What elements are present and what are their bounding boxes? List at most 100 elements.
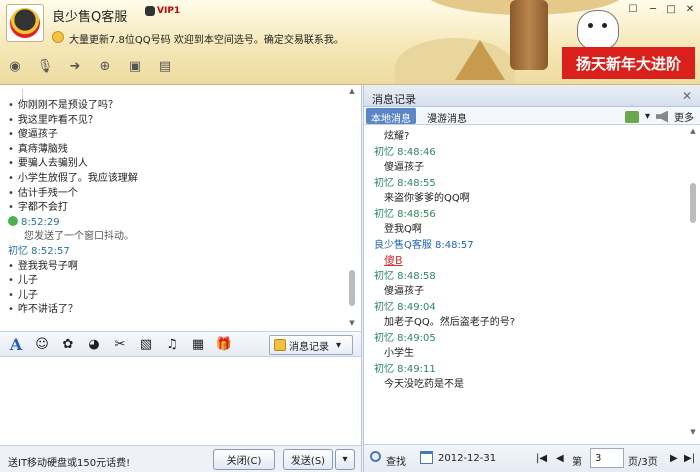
maximize-button[interactable]: □ <box>662 2 680 16</box>
smile-icon <box>52 31 64 43</box>
history-message: 来盗你爹爹的QQ啊 <box>384 193 470 204</box>
scroll-thumb[interactable] <box>349 270 355 306</box>
message-input[interactable] <box>0 358 361 445</box>
chat-line: • 真痔薄脑残 <box>8 143 68 155</box>
shake-notice: 您发送了一个窗口抖动。 <box>24 231 134 243</box>
music-icon[interactable]: ♫ <box>161 334 183 354</box>
history-title: 消息记录 <box>364 85 700 107</box>
status-time-line: 8:52:29 <box>8 215 338 231</box>
history-meta: 初忆 8:48:46 <box>374 146 436 158</box>
chat-line: • 你刚刚不是预设了吗？ <box>8 100 118 111</box>
message-history-button[interactable]: 消息记录 ▾ <box>269 335 353 355</box>
image-icon[interactable]: ▧ <box>135 334 157 354</box>
send-button[interactable]: 发送(S) <box>283 449 333 470</box>
first-page-icon[interactable]: |◀ <box>536 453 547 464</box>
add-friend-icon[interactable]: ⊕ <box>94 56 116 76</box>
camera-icon[interactable]: ◉ <box>4 56 26 76</box>
next-page-icon[interactable]: ▶ <box>670 453 678 464</box>
speaker-icon[interactable] <box>656 110 668 123</box>
chevron-down-icon[interactable]: ▾ <box>645 111 650 122</box>
image-preview-strip <box>22 89 338 99</box>
emoji-icon[interactable]: ☺ <box>31 334 53 354</box>
bottom-bar: 送IT移动硬盘或150元话费! 关闭(C) 发送(S) ▾ <box>0 445 361 472</box>
remote-desktop-icon[interactable]: ▣ <box>124 56 146 76</box>
chat-line: • 要骗人去骗别人 <box>8 158 88 170</box>
skin-tree-trunk <box>510 0 548 70</box>
sender-line: 初忆 8:52:57 <box>8 245 70 257</box>
scroll-up-icon[interactable]: ▲ <box>348 87 356 95</box>
screenshot-icon[interactable]: ✂ <box>109 334 131 354</box>
microphone-icon[interactable]: 🎙 <box>34 56 56 76</box>
font-icon[interactable]: A <box>5 334 27 354</box>
ad-link[interactable]: 送IT移动硬盘或150元话费! <box>8 454 130 469</box>
qq-penguin-icon <box>10 8 40 38</box>
history-footer: 查找 2012-12-31 |◀ ◀ 第 3 页/3页 ▶ ▶| <box>364 444 700 472</box>
chat-messages: • 你刚刚不是预设了吗？ • 我这里咋看不见？ • 傻逼孩子 • 真痔薄脑残 • 要骗人去… <box>0 85 344 329</box>
send-options-chevron-icon[interactable]: ▾ <box>335 449 355 470</box>
scroll-thumb[interactable] <box>690 183 696 223</box>
chevron-down-icon: ▾ <box>336 339 342 351</box>
qq-chat-window: 良少售Q客服 VIP1 大量更新7.8位QQ号码 欢迎到本空间选号。确定交易联系… <box>0 0 700 472</box>
close-history-icon[interactable]: ✕ <box>682 89 692 103</box>
file-transfer-icon[interactable]: ➜ <box>64 56 86 76</box>
history-button-label: 消息记录 <box>289 341 329 353</box>
vip-label: VIP1 <box>157 6 181 16</box>
promo-banner[interactable]: 扬天新年大进阶 <box>562 47 695 79</box>
chat-line: • 儿子 <box>8 289 38 301</box>
tab-roaming-messages[interactable]: 漫游消息 <box>422 108 472 125</box>
history-message: 傻逼孩子 <box>384 286 424 297</box>
history-message: 登我Q啊 <box>384 224 422 235</box>
history-message: 傻逼孩子 <box>384 162 424 173</box>
scroll-down-icon[interactable]: ▼ <box>689 428 697 436</box>
history-meta: 初忆 8:48:56 <box>374 208 436 220</box>
chat-header: 良少售Q客服 VIP1 大量更新7.8位QQ号码 欢迎到本空间选号。确定交易联系… <box>0 0 700 85</box>
chat-line: • 我这里咋看不见？ <box>8 114 98 126</box>
contact-name[interactable]: 良少售Q客服 <box>52 6 127 25</box>
history-meta: 初忆 8:48:58 <box>374 270 436 282</box>
tab-local-messages[interactable]: 本地消息 <box>366 108 416 125</box>
close-button[interactable]: 关闭(C) <box>213 449 275 470</box>
history-tools: ▾ 更多 <box>624 109 694 124</box>
chat-scrollbar[interactable]: ▲ ▼ <box>347 85 357 329</box>
history-panel: 消息记录 ✕ 本地消息 漫游消息 ▾ 更多 炫耀? 初忆 8:48:46 傻逼孩… <box>363 85 700 472</box>
search-icon[interactable] <box>370 451 381 462</box>
export-icon[interactable] <box>624 110 639 123</box>
vip-badge: VIP1 <box>145 6 180 16</box>
history-meta: 初忆 8:48:55 <box>374 177 436 189</box>
page-number-input[interactable]: 3 <box>590 448 624 468</box>
chat-toolbar: ◉ 🎙 ➜ ⊕ ▣ ▤ <box>4 54 176 78</box>
prev-page-icon[interactable]: ◀ <box>556 453 564 464</box>
apps-menu-icon[interactable]: ▤ <box>154 56 176 76</box>
sticker-icon[interactable]: ◕ <box>83 334 105 354</box>
scroll-up-icon[interactable]: ▲ <box>689 127 697 135</box>
chat-line: • 估计手残一个 <box>8 187 78 199</box>
history-icon <box>274 339 286 351</box>
chat-line: • 咋不讲话了？ <box>8 304 78 316</box>
chat-line: • 儿子 <box>8 275 38 287</box>
find-link[interactable]: 查找 <box>386 453 406 468</box>
format-toolbar: A ☺ ✿ ◕ ✂ ▧ ♫ ▦ 🎁 消息记录 ▾ <box>0 331 361 357</box>
scroll-down-icon[interactable]: ▼ <box>348 319 356 327</box>
history-date[interactable]: 2012-12-31 <box>438 453 496 464</box>
calendar-icon[interactable] <box>420 451 433 464</box>
history-log: 炫耀? 初忆 8:48:46 傻逼孩子 初忆 8:48:55 来盗你爹爹的QQ啊… <box>364 125 686 438</box>
gift-icon[interactable]: 🎁 <box>213 334 235 354</box>
skin-icon[interactable]: ☐ <box>624 2 642 16</box>
more-link[interactable]: 更多 <box>674 109 694 124</box>
chat-line: • 傻逼孩子 <box>8 129 58 141</box>
contact-avatar[interactable] <box>6 4 44 42</box>
magic-emoji-icon[interactable]: ✿ <box>57 334 79 354</box>
history-message: 炫耀? <box>384 131 410 142</box>
screen-share-icon[interactable]: ▦ <box>187 334 209 354</box>
minimize-button[interactable]: ─ <box>644 2 662 16</box>
crown-icon <box>145 6 155 16</box>
history-meta: 初忆 8:49:11 <box>374 363 436 375</box>
history-message: 傻B <box>384 254 403 267</box>
close-window-button[interactable]: ✕ <box>681 2 699 16</box>
history-scrollbar[interactable]: ▲ ▼ <box>687 125 699 438</box>
last-page-icon[interactable]: ▶| <box>684 453 695 464</box>
history-meta: 良少售Q客服 8:48:57 <box>374 239 474 251</box>
contact-signature: 大量更新7.8位QQ号码 欢迎到本空间选号。确定交易联系我。 <box>69 35 344 46</box>
chat-line: • 登我我号子啊 <box>8 260 78 272</box>
history-meta: 初忆 8:49:05 <box>374 332 436 344</box>
